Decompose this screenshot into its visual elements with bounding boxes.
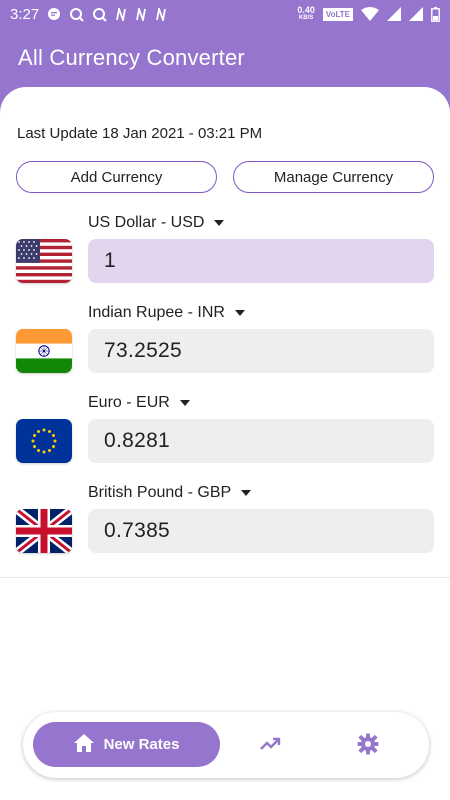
add-currency-button[interactable]: Add Currency	[16, 161, 217, 193]
page-title: All Currency Converter	[18, 45, 245, 70]
search-notification-icon	[92, 7, 107, 22]
battery-icon	[431, 6, 440, 22]
app-bar: All Currency Converter	[0, 28, 450, 88]
dropdown-arrow-icon	[179, 400, 190, 406]
signal-icon	[387, 7, 401, 21]
india-flag-icon	[16, 329, 72, 373]
manage-currency-button[interactable]: Manage Currency	[233, 161, 434, 193]
network-speed: 0.40 KB/S	[297, 5, 315, 22]
divider	[0, 577, 450, 578]
dropdown-arrow-icon	[214, 220, 225, 226]
currency-label: US Dollar - USD	[88, 214, 205, 231]
nav-new-rates-label: New Rates	[103, 736, 180, 753]
app-n-icon	[115, 7, 127, 21]
content-sheet: Last Update 18 Jan 2021 - 03:21 PM Add C…	[0, 87, 450, 800]
status-time: 3:27	[10, 5, 40, 23]
currency-list: US Dollar - USD 1 Indian Rupee - INR 73.…	[0, 207, 450, 567]
currency-selector-usd[interactable]: US Dollar - USD	[88, 214, 225, 232]
wifi-icon	[361, 7, 379, 21]
nav-new-rates[interactable]: New Rates	[33, 722, 220, 767]
eu-flag-icon	[16, 419, 72, 463]
currency-selector-gbp[interactable]: British Pound - GBP	[88, 484, 252, 502]
amount-input-usd[interactable]: 1	[88, 239, 434, 283]
bottom-navigation: New Rates	[23, 712, 429, 778]
currency-label: Euro - EUR	[88, 394, 170, 411]
message-icon	[47, 7, 61, 21]
currency-selector-inr[interactable]: Indian Rupee - INR	[88, 304, 245, 322]
volte-badge: VoLTE	[322, 7, 353, 21]
currency-selector-eur[interactable]: Euro - EUR	[88, 394, 190, 412]
trending-up-icon[interactable]	[258, 732, 282, 756]
action-buttons: Add Currency Manage Currency	[16, 161, 434, 193]
signal-icon	[409, 7, 423, 21]
app-n-icon	[155, 7, 167, 21]
app-n-icon	[135, 7, 147, 21]
currency-row-gbp: British Pound - GBP 0.7385	[0, 477, 450, 567]
status-bar: 3:27 0.40 KB/S VoLTE	[0, 0, 450, 28]
amount-input-inr[interactable]: 73.2525	[88, 329, 434, 373]
currency-row-usd: US Dollar - USD 1	[0, 207, 450, 297]
amount-input-gbp[interactable]: 0.7385	[88, 509, 434, 553]
uk-flag-icon	[16, 509, 72, 553]
currency-row-inr: Indian Rupee - INR 73.2525	[0, 297, 450, 387]
currency-label: Indian Rupee - INR	[88, 304, 225, 321]
us-flag-icon	[16, 239, 72, 283]
dropdown-arrow-icon	[241, 490, 252, 496]
currency-row-eur: Euro - EUR 0.8281	[0, 387, 450, 477]
home-icon	[73, 733, 94, 756]
amount-input-eur[interactable]: 0.8281	[88, 419, 434, 463]
currency-label: British Pound - GBP	[88, 484, 232, 501]
dropdown-arrow-icon	[234, 310, 245, 316]
settings-icon[interactable]	[356, 732, 380, 756]
search-notification-icon	[69, 7, 84, 22]
last-update-text: Last Update 18 Jan 2021 - 03:21 PM	[17, 125, 263, 142]
